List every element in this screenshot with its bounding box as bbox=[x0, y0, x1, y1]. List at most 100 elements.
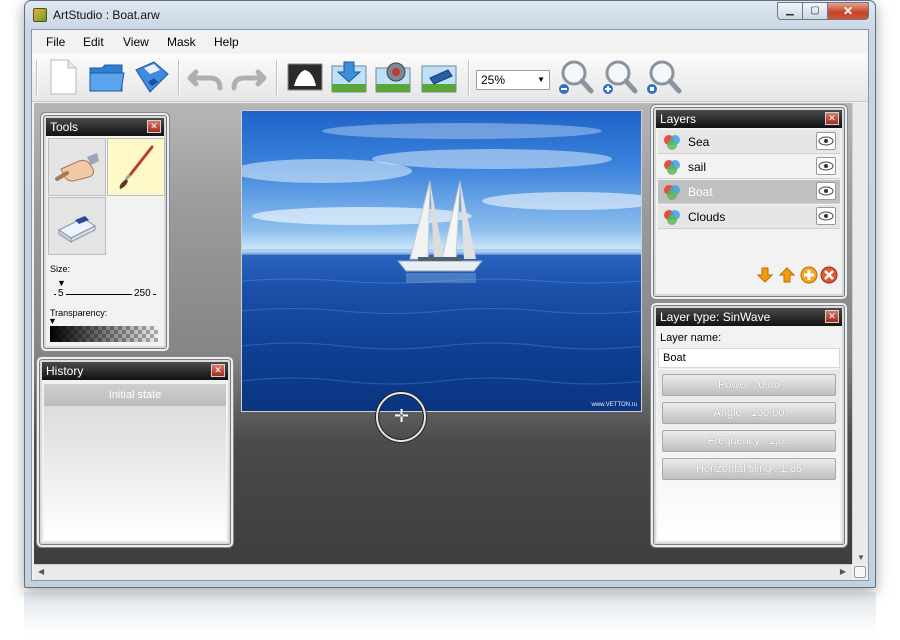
frequency-param-button[interactable]: Frequency : 1,00 bbox=[662, 430, 836, 452]
layers-panel-header[interactable]: Layers ✕ bbox=[656, 110, 842, 128]
transparency-label: Transparency: bbox=[50, 308, 108, 318]
power-param-button[interactable]: Power : 0,86 bbox=[662, 374, 836, 396]
tools-panel-header[interactable]: Tools ✕ bbox=[46, 118, 164, 136]
horizontal-scrollbar[interactable]: ◀ ▶ bbox=[34, 564, 852, 580]
import-image-icon[interactable] bbox=[330, 58, 368, 96]
properties-panel-header[interactable]: Layer type: SinWave ✕ bbox=[656, 308, 842, 326]
transparency-slider[interactable] bbox=[50, 326, 158, 342]
title-bar[interactable]: ArtStudio : Boat.arw ▁ ▢ ✕ bbox=[25, 1, 875, 29]
history-panel: History ✕ Initial state bbox=[40, 360, 230, 544]
watermark-text: www.VETTON.ru bbox=[591, 402, 637, 408]
scroll-right-icon[interactable]: ▶ bbox=[840, 567, 846, 576]
zoom-out-icon[interactable] bbox=[556, 58, 594, 96]
tools-panel: Tools ✕ Size: ▼ 5 250 Transparency: ▼ bbox=[44, 116, 166, 348]
history-panel-header[interactable]: History ✕ bbox=[42, 362, 228, 380]
brush-cursor: ✛ bbox=[376, 392, 426, 442]
layer-name: sail bbox=[688, 160, 707, 174]
angle-param-button[interactable]: Angle : 100,00 bbox=[662, 402, 836, 424]
move-down-icon[interactable] bbox=[756, 266, 774, 284]
brush-tool-button[interactable] bbox=[107, 138, 165, 196]
layer-name-input[interactable]: Boat bbox=[658, 348, 840, 368]
tools-panel-title: Tools bbox=[50, 120, 79, 134]
close-icon[interactable]: ✕ bbox=[825, 310, 839, 323]
layer-row-sail[interactable]: sail bbox=[658, 155, 840, 179]
layer-row-boat[interactable]: Boat bbox=[658, 180, 840, 204]
close-icon[interactable]: ✕ bbox=[211, 364, 225, 377]
size-min-value: 5 bbox=[56, 288, 66, 299]
redo-arrow-icon[interactable] bbox=[230, 58, 268, 96]
eraser-tool-icon bbox=[58, 216, 96, 243]
properties-panel-title: Layer type: SinWave bbox=[660, 310, 771, 324]
zoom-value: 25% bbox=[481, 73, 506, 87]
brush-tool-icon bbox=[119, 145, 154, 189]
boat-photo bbox=[242, 123, 641, 385]
eraser-tool-button[interactable] bbox=[48, 197, 106, 255]
history-item[interactable]: Initial state bbox=[44, 384, 226, 406]
visibility-eye-icon[interactable] bbox=[816, 132, 836, 150]
menu-mask[interactable]: Mask bbox=[167, 35, 196, 49]
layer-name: Clouds bbox=[688, 210, 726, 224]
layer-row-sea[interactable]: Sea bbox=[658, 130, 840, 154]
close-window-button[interactable]: ✕ bbox=[827, 2, 869, 20]
undo-arrow-icon[interactable] bbox=[186, 58, 224, 96]
app-icon bbox=[33, 8, 47, 22]
visibility-eye-icon[interactable] bbox=[816, 182, 836, 200]
layer-name-label: Layer name: bbox=[660, 332, 722, 344]
visibility-eye-icon[interactable] bbox=[816, 157, 836, 175]
layer-effect-icon[interactable] bbox=[374, 58, 412, 96]
mask-tool-icon[interactable] bbox=[286, 58, 324, 96]
delete-layer-icon[interactable] bbox=[820, 266, 838, 284]
layers-panel-title: Layers bbox=[660, 112, 697, 126]
zoom-in-icon[interactable] bbox=[600, 58, 638, 96]
crosshair-icon: ✛ bbox=[394, 406, 410, 426]
scroll-left-icon[interactable]: ◀ bbox=[38, 567, 44, 576]
layer-name: Sea bbox=[688, 135, 710, 149]
new-document-icon[interactable] bbox=[44, 58, 82, 96]
close-icon[interactable]: ✕ bbox=[147, 120, 161, 133]
history-panel-title: History bbox=[46, 364, 84, 378]
maximize-button[interactable]: ▢ bbox=[802, 2, 828, 20]
zoom-select[interactable]: 25% ▼ bbox=[476, 70, 550, 90]
chevron-down-icon: ▼ bbox=[537, 75, 545, 84]
layer-type-icon bbox=[664, 160, 680, 175]
menu-bar: File Edit View Mask Help bbox=[32, 30, 868, 54]
toolbar-separator bbox=[276, 60, 278, 96]
save-disk-icon[interactable] bbox=[132, 58, 170, 96]
toolbar: 25% ▼ bbox=[32, 54, 868, 102]
menu-view[interactable]: View bbox=[123, 35, 149, 49]
layer-row-clouds[interactable]: Clouds bbox=[658, 205, 840, 229]
layer-actions bbox=[750, 266, 840, 288]
toolbar-separator bbox=[468, 60, 470, 96]
menu-edit[interactable]: Edit bbox=[83, 35, 104, 49]
toolbar-separator bbox=[178, 60, 180, 96]
size-slider-thumb[interactable]: ▼ bbox=[57, 278, 66, 288]
resize-grip[interactable] bbox=[854, 566, 866, 578]
history-list bbox=[44, 406, 226, 540]
layers-panel: Layers ✕ Sea sail Boat Clouds bbox=[654, 108, 844, 296]
export-image-icon[interactable] bbox=[420, 58, 458, 96]
layer-type-icon bbox=[664, 185, 680, 200]
visibility-eye-icon[interactable] bbox=[816, 207, 836, 225]
vertical-scrollbar[interactable]: ▼ bbox=[852, 103, 868, 564]
scroll-down-icon[interactable]: ▼ bbox=[853, 553, 869, 562]
add-layer-icon[interactable] bbox=[800, 266, 818, 284]
horizontal-tiling-param-button[interactable]: Horizontal tiling : 1,85 bbox=[662, 458, 836, 480]
layer-type-icon bbox=[664, 210, 680, 225]
toolbar-separator bbox=[36, 60, 38, 96]
transparency-slider-thumb[interactable]: ▼ bbox=[48, 316, 57, 326]
hand-tool-icon bbox=[55, 153, 99, 182]
move-up-icon[interactable] bbox=[778, 266, 796, 284]
close-icon[interactable]: ✕ bbox=[825, 112, 839, 125]
window-title: ArtStudio : Boat.arw bbox=[53, 8, 160, 22]
menu-file[interactable]: File bbox=[46, 35, 65, 49]
zoom-fit-icon[interactable] bbox=[644, 58, 682, 96]
layer-type-icon bbox=[664, 135, 680, 150]
open-folder-icon[interactable] bbox=[88, 58, 126, 96]
layer-properties-panel: Layer type: SinWave ✕ Layer name: Boat P… bbox=[654, 306, 844, 544]
minimize-button[interactable]: ▁ bbox=[777, 2, 803, 20]
hand-tool-button[interactable] bbox=[48, 138, 106, 196]
layer-name: Boat bbox=[688, 185, 713, 199]
window-reflection bbox=[24, 592, 876, 636]
menu-help[interactable]: Help bbox=[214, 35, 239, 49]
canvas-image[interactable]: www.VETTON.ru bbox=[241, 110, 642, 412]
